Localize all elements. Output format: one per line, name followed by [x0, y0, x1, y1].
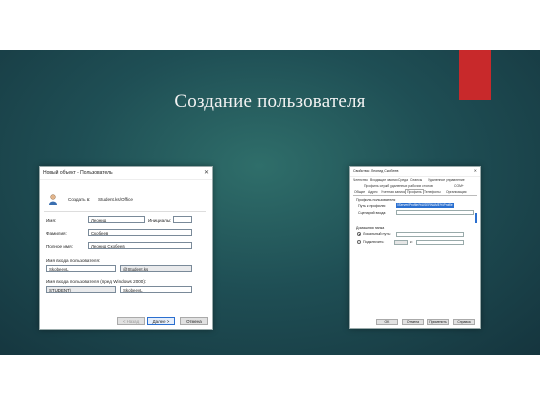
create-in-label: Создать в: [68, 197, 91, 202]
tab-dial-in[interactable]: Входящие звонки [370, 178, 397, 182]
tab-com[interactable]: COM+ [454, 184, 464, 188]
tab-rds-profile[interactable]: Профиль служб удаленных рабочих столов [364, 184, 433, 188]
dialog-title: Свойства: Леонид Скобеев [353, 169, 399, 173]
connect-label: Подключить: [363, 240, 385, 244]
slide-title: Создание пользователя [174, 91, 366, 112]
close-icon[interactable]: ✕ [204, 169, 209, 176]
apply-button[interactable]: Применить [427, 319, 449, 325]
logon-script-field[interactable] [396, 210, 474, 215]
tab-account[interactable]: Учетная запись [381, 190, 405, 194]
domain-select[interactable]: @Student.ks [120, 265, 192, 272]
initials-label: Инициалы: [148, 218, 172, 223]
tab-sessions[interactable]: Сеансы [410, 178, 422, 182]
cancel-button[interactable]: Отмена [402, 319, 424, 325]
tab-environment[interactable]: Среда [398, 178, 408, 182]
tab-organization[interactable]: Организация [446, 190, 466, 194]
home-folder-group-label: Домашняя папка [356, 226, 385, 230]
to-label: к: [410, 240, 413, 244]
connect-path-field[interactable] [416, 240, 464, 245]
tab-phones[interactable]: Телефоны [424, 190, 441, 194]
profile-path-field[interactable]: \\Server\Profile\%USERNAME%\Profile [396, 203, 454, 208]
full-name-label: Полное имя: [46, 244, 73, 249]
tab-address[interactable]: Адрес [368, 190, 378, 194]
new-user-dialog: Новый объект - Пользователь ✕ Создать в:… [39, 166, 213, 330]
first-name-label: Имя: [46, 218, 57, 223]
tab-profile[interactable]: Профиль [405, 189, 424, 194]
tab-divider [353, 195, 477, 196]
user-properties-dialog: Свойства: Леонид Скобеев ✕ Членство Вход… [349, 166, 481, 329]
divider [44, 211, 206, 212]
last-name-label: Фамилия: [46, 231, 67, 236]
local-path-label: Локальный путь: [363, 232, 391, 236]
tab-remote-control[interactable]: Удаленное управление [428, 178, 465, 182]
profile-group-label: Профиль пользователя [356, 198, 396, 202]
dialog-titlebar: Новый объект - Пользователь ✕ [40, 167, 212, 180]
ok-button[interactable]: OK [376, 319, 398, 325]
scrollbar[interactable] [475, 213, 477, 223]
local-path-field[interactable] [396, 232, 464, 237]
dialog-title: Новый объект - Пользователь [43, 170, 113, 176]
full-name-field[interactable]: Леонид Скобеев [88, 242, 192, 249]
help-button[interactable]: Справка [453, 319, 475, 325]
initials-field[interactable] [173, 216, 192, 223]
next-button[interactable]: Далее > [147, 317, 175, 325]
logon-script-label: Сценарий входа: [358, 211, 387, 215]
last-name-field[interactable]: Скобеев [88, 229, 192, 236]
dialog-titlebar: Свойства: Леонид Скобеев ✕ [350, 167, 480, 177]
prewin-domain-field: STUDENT\ [46, 286, 116, 293]
prewin-logon-label: Имя входа пользователя (пред Windows 200… [46, 279, 147, 284]
back-button[interactable]: < Назад [117, 317, 145, 325]
local-path-radio[interactable] [357, 232, 361, 236]
profile-path-label: Путь к профилю: [358, 204, 387, 208]
tab-general[interactable]: Общие [354, 190, 365, 194]
drive-select[interactable] [394, 240, 408, 245]
prewin-logon-field[interactable]: SkobeevL [120, 286, 192, 293]
close-icon[interactable]: ✕ [474, 168, 477, 173]
user-icon [49, 194, 57, 205]
cancel-button[interactable]: Отмена [180, 317, 208, 325]
first-name-field[interactable]: Леонид [88, 216, 145, 223]
connect-radio[interactable] [357, 240, 361, 244]
logon-name-label: Имя входа пользователя: [46, 258, 101, 263]
create-in-value: Student.ks/Office [98, 197, 133, 202]
tab-membership[interactable]: Членство [353, 178, 368, 182]
logon-name-field[interactable]: SkobeevL [46, 265, 116, 272]
